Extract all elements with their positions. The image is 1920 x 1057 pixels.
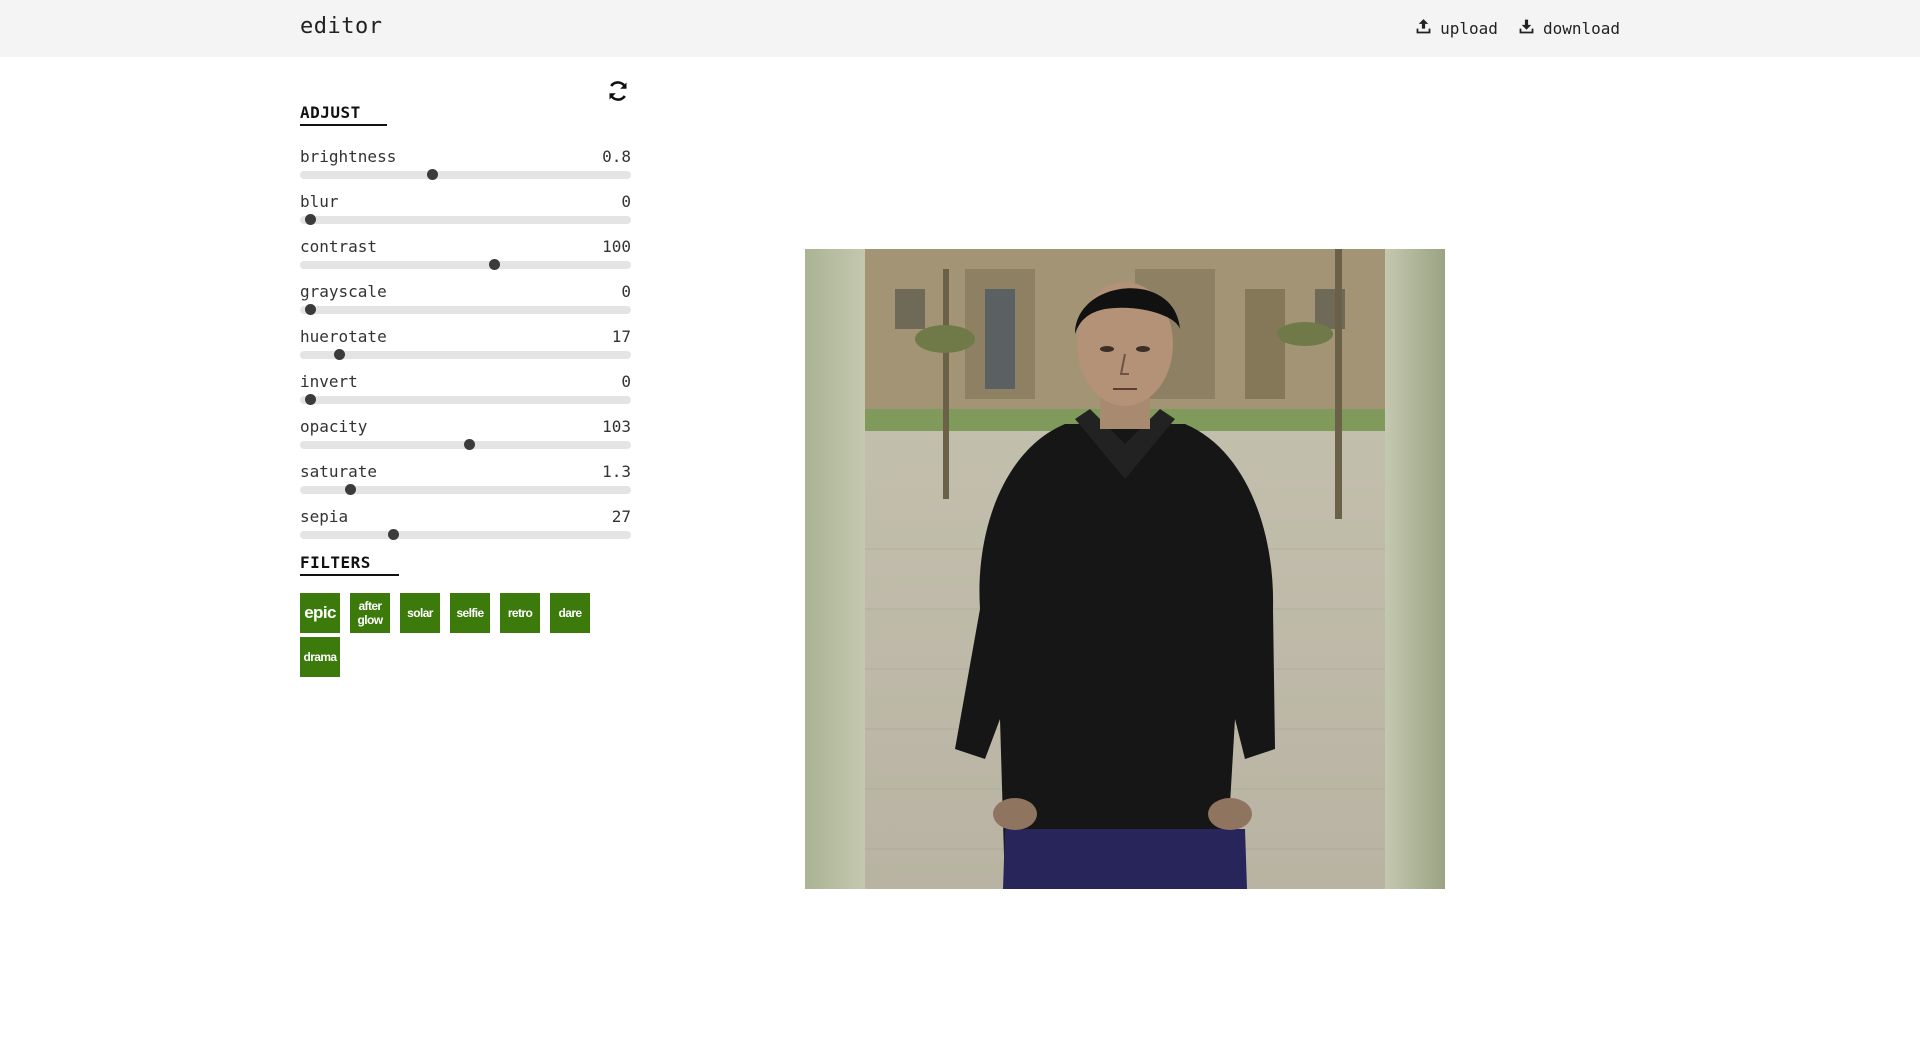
- download-button[interactable]: download: [1518, 18, 1620, 39]
- top-bar: editor upload download: [0, 0, 1920, 57]
- slider-label: saturate: [300, 462, 378, 481]
- slider-grayscale: grayscale 0: [300, 282, 631, 322]
- slider-thumb[interactable]: [464, 439, 476, 450]
- slider-blur: blur 0: [300, 192, 631, 232]
- slider-value: 1.3: [602, 462, 631, 481]
- filter-button-solar[interactable]: solar: [400, 593, 440, 633]
- slider-saturate: saturate 1.3: [300, 462, 631, 502]
- slider-track[interactable]: [300, 259, 631, 270]
- preview-photo: [805, 249, 1445, 889]
- slider-brightness: brightness 0.8: [300, 147, 631, 187]
- filters-title: FILTERS: [300, 553, 399, 576]
- slider-contrast: contrast 100: [300, 237, 631, 277]
- slider-label: invert: [300, 372, 358, 391]
- slider-value: 103: [602, 417, 631, 436]
- slider-track[interactable]: [300, 529, 631, 540]
- upload-label: upload: [1440, 19, 1498, 38]
- slider-value: 0: [621, 372, 631, 391]
- slider-invert: invert 0: [300, 372, 631, 412]
- adjust-title: ADJUST: [300, 103, 387, 126]
- slider-label: sepia: [300, 507, 349, 526]
- download-label: download: [1542, 19, 1620, 38]
- slider-label: blur: [300, 192, 339, 211]
- slider-thumb[interactable]: [304, 214, 316, 225]
- filter-button-after-glow[interactable]: after glow: [350, 593, 390, 633]
- slider-sepia: sepia 27: [300, 507, 631, 547]
- slider-label: huerotate: [300, 327, 387, 346]
- top-actions: upload download: [1415, 18, 1620, 39]
- slider-value: 27: [611, 507, 631, 526]
- refresh-icon: [609, 81, 627, 101]
- slider-label: brightness: [300, 147, 397, 166]
- slider-track[interactable]: [300, 169, 631, 180]
- slider-thumb[interactable]: [488, 259, 500, 270]
- filter-button-dare[interactable]: dare: [550, 593, 590, 633]
- slider-thumb[interactable]: [304, 304, 316, 315]
- slider-track[interactable]: [300, 439, 631, 450]
- slider-track[interactable]: [300, 349, 631, 360]
- upload-button[interactable]: upload: [1415, 18, 1498, 39]
- slider-track[interactable]: [300, 214, 631, 225]
- slider-value: 0.8: [602, 147, 631, 166]
- image-preview: [805, 249, 1445, 889]
- slider-track[interactable]: [300, 484, 631, 495]
- slider-label: opacity: [300, 417, 368, 436]
- filter-button-epic[interactable]: epic: [300, 593, 340, 633]
- slider-track[interactable]: [300, 304, 631, 315]
- slider-thumb[interactable]: [344, 484, 356, 495]
- slider-track[interactable]: [300, 394, 631, 405]
- slider-value: 0: [621, 192, 631, 211]
- slider-thumb[interactable]: [427, 169, 439, 180]
- download-icon: [1518, 18, 1535, 39]
- slider-label: contrast: [300, 237, 378, 256]
- upload-icon: [1415, 18, 1432, 39]
- reset-button[interactable]: [606, 79, 630, 103]
- filter-button-retro[interactable]: retro: [500, 593, 540, 633]
- app-title: editor: [300, 14, 383, 39]
- slider-thumb[interactable]: [387, 529, 399, 540]
- slider-thumb[interactable]: [334, 349, 346, 360]
- filter-button-selfie[interactable]: selfie: [450, 593, 490, 633]
- slider-value: 17: [611, 327, 631, 346]
- slider-label: grayscale: [300, 282, 387, 301]
- slider-value: 100: [602, 237, 631, 256]
- filter-button-drama[interactable]: drama: [300, 637, 340, 677]
- slider-value: 0: [621, 282, 631, 301]
- slider-thumb[interactable]: [304, 394, 316, 405]
- slider-huerotate: huerotate 17: [300, 327, 631, 367]
- slider-opacity: opacity 103: [300, 417, 631, 457]
